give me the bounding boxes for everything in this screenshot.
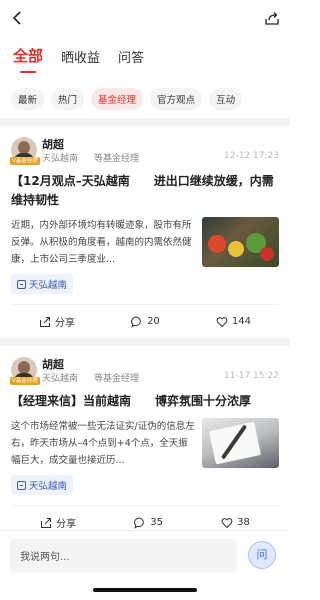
top-nav — [0, 0, 290, 36]
chip-official-view[interactable]: 官方观点 — [150, 88, 203, 110]
post-time: 12-12 17:23 — [224, 151, 279, 161]
back-arrow-icon[interactable] — [10, 10, 26, 26]
chip-hot[interactable]: 热门 — [51, 88, 85, 110]
post-card[interactable]: V基金经理 胡超 天弘越南 等基金经理 12-12 17:23 【12月观点–天弘… — [0, 126, 290, 338]
chip-interaction[interactable]: 互动 — [209, 88, 243, 110]
fund-tag-label: 天弘越南 — [29, 280, 68, 291]
post-excerpt[interactable]: 近期，内外部环境均有转暖迹象，股市有所反弹。从积极的角度看，越南的内需依然健康，… — [11, 217, 196, 268]
post-title[interactable]: 【经理来信】当前越南 博弈氛围十分浓厚 — [11, 392, 279, 411]
like-button[interactable]: 144 — [216, 316, 251, 328]
share-button[interactable]: 分享 — [39, 314, 75, 329]
post-thumbnail-image[interactable] — [202, 217, 279, 267]
comment-count: 20 — [147, 316, 160, 327]
share-label: 分享 — [55, 318, 76, 329]
chip-fund-manager[interactable]: 基金经理 — [91, 88, 144, 110]
fund-tag-label: 天弘越南 — [29, 481, 68, 492]
heart-icon — [221, 517, 233, 528]
comment-bar: 我说两句... 问 — [0, 530, 290, 580]
tab-all[interactable]: 全部 — [13, 45, 43, 80]
post-author: V基金经理 胡超 天弘越南 等基金经理 11-17 15:22 — [10, 354, 279, 385]
ask-button[interactable]: 问 — [248, 541, 276, 569]
post-thumbnail-image[interactable] — [202, 418, 279, 468]
author-name[interactable]: 胡超 — [42, 136, 64, 152]
share-icon — [40, 316, 51, 327]
post-card[interactable]: V基金经理 胡超 天弘越南 等基金经理 11-17 15:22 【经理来信】当前越… — [0, 346, 290, 539]
like-button[interactable]: 38 — [221, 517, 250, 529]
fund-tag[interactable]: 天弘越南 — [11, 475, 74, 495]
author-role: 等基金经理 — [94, 154, 140, 164]
comment-button[interactable]: 35 — [134, 517, 163, 529]
divider — [0, 118, 290, 126]
author-role: 等基金经理 — [94, 374, 140, 384]
author-meta: 天弘越南 等基金经理 — [42, 371, 139, 384]
post-time: 11-17 15:22 — [224, 371, 279, 381]
comment-input[interactable]: 我说两句... — [10, 539, 237, 572]
filter-chips: 最新 热门 基金经理 官方观点 互动 — [0, 80, 290, 118]
fund-icon — [17, 279, 26, 289]
post-title[interactable]: 【12月观点–天弘越南 进出口继续放缓，内需维持韧性 — [11, 172, 279, 210]
author-meta: 天弘越南 等基金经理 — [42, 151, 139, 164]
comment-count: 35 — [150, 517, 163, 528]
like-count: 144 — [231, 316, 251, 327]
share-icon — [41, 517, 52, 528]
tab-earnings[interactable]: 晒收益 — [61, 47, 100, 80]
like-count: 38 — [237, 517, 250, 528]
heart-icon — [216, 316, 228, 327]
share-button[interactable]: 分享 — [40, 515, 76, 530]
tab-qa[interactable]: 问答 — [118, 47, 144, 80]
verified-badge: V基金经理 — [10, 157, 40, 165]
share-label: 分享 — [56, 519, 77, 530]
home-indicator — [93, 588, 197, 592]
category-tabs: 全部 晒收益 问答 — [0, 36, 290, 80]
post-body: 这个市场经常被一些无法证实/证伪的信息左右，昨天市场从–4个点到+4个点，全天振… — [11, 418, 279, 469]
fund-icon — [17, 480, 26, 490]
share-icon[interactable] — [264, 10, 280, 26]
post-excerpt[interactable]: 这个市场经常被一些无法证实/证伪的信息左右，昨天市场从–4个点到+4个点，全天振… — [11, 418, 196, 469]
author-fund: 天弘越南 — [42, 374, 79, 384]
post-body: 近期，内外部环境均有转暖迹象，股市有所反弹。从积极的角度看，越南的内需依然健康，… — [11, 217, 279, 268]
chip-latest[interactable]: 最新 — [11, 88, 45, 110]
comment-icon — [134, 517, 145, 529]
verified-badge: V基金经理 — [10, 377, 40, 385]
author-fund: 天弘越南 — [42, 154, 79, 164]
post-actions: 分享 20 144 — [11, 304, 279, 338]
author-name[interactable]: 胡超 — [42, 356, 64, 372]
fund-tag[interactable]: 天弘越南 — [11, 274, 74, 294]
comment-icon — [131, 316, 141, 328]
post-author: V基金经理 胡超 天弘越南 等基金经理 12-12 17:23 — [10, 134, 279, 165]
comment-button[interactable]: 20 — [131, 316, 160, 328]
divider — [0, 338, 290, 346]
